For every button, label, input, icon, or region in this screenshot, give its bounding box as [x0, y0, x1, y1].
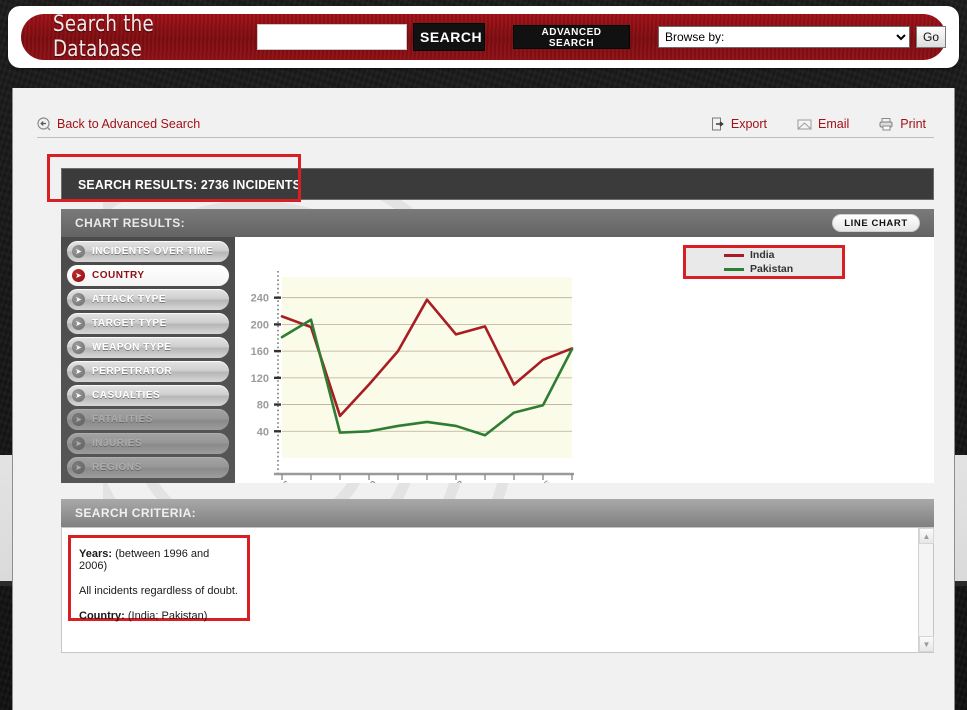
criteria-label: Years: — [79, 548, 113, 560]
search-criteria-title: SEARCH CRITERIA: — [75, 506, 197, 520]
y-axis-tick-label: 160 — [251, 346, 269, 358]
arrow-icon: ➤ — [72, 293, 85, 306]
search-results-text: SEARCH RESULTS: 2736 INCIDENTS — [78, 176, 302, 192]
search-results-banner: SEARCH RESULTS: 2736 INCIDENTS — [61, 168, 934, 200]
legend-label-india: India — [750, 249, 775, 261]
email-button[interactable]: Email — [797, 117, 849, 131]
scroll-up-button[interactable]: ▲ — [919, 528, 934, 544]
advanced-search-button[interactable]: ADVANCED SEARCH — [513, 25, 630, 49]
x-axis-tick-label: 2002 — [442, 479, 467, 483]
scroll-down-button[interactable]: ▼ — [919, 636, 934, 652]
sidebar-item-perpetrator[interactable]: ➤ PERPETRATOR — [67, 361, 229, 382]
sidebar-item-label: REGIONS — [92, 462, 142, 473]
sidebar-item-label: INJURIES — [92, 438, 143, 449]
site-title: Search the Database — [53, 12, 154, 62]
y-axis-tick-label: 200 — [251, 319, 269, 331]
sidebar-item-incidents-over-time[interactable]: ➤ INCIDENTS OVER TIME — [67, 241, 229, 262]
arrow-icon: ➤ — [72, 317, 85, 330]
sidebar-item-regions[interactable]: ➤ REGIONS — [67, 457, 229, 478]
criteria-label: Country: — [79, 610, 125, 622]
x-axis-tick-label: 1996 — [268, 479, 293, 483]
legend-swatch-india — [724, 253, 744, 257]
x-axis-tick-label: 2005 — [529, 479, 554, 483]
search-input[interactable] — [257, 24, 407, 50]
browse-by-select[interactable]: Browse by: — [658, 26, 910, 48]
search-criteria-scrollbar[interactable]: ▲ ▼ — [918, 528, 934, 652]
sidebar-item-label: COUNTRY — [92, 270, 145, 281]
back-link-label: Back to Advanced Search — [57, 116, 201, 131]
criteria-value: All incidents regardless of doubt. — [79, 585, 238, 597]
criteria-value: (India; Pakistan) — [127, 610, 208, 622]
sidebar-item-weapon-type[interactable]: ➤ WEAPON TYPE — [67, 337, 229, 358]
chart-plot-area: 40 80 120 160 200 240 1996 1999 2002 2005 India P… — [235, 237, 934, 501]
chart-legend: India Pakistan — [683, 245, 845, 279]
criteria-line: Country: (India; Pakistan) — [79, 610, 239, 622]
search-criteria-body: Years: (between 1996 and 2006) All incide… — [61, 527, 934, 653]
sidebar-item-country[interactable]: ➤ COUNTRY — [67, 265, 229, 286]
back-to-advanced-search-link[interactable]: Back to Advanced Search — [37, 117, 200, 131]
y-axis-tick-label: 240 — [251, 293, 269, 305]
print-button[interactable]: Print — [879, 117, 926, 131]
legend-label-pakistan: Pakistan — [750, 263, 794, 275]
content-page: Protect Back to Advanced Search Export — [12, 88, 955, 710]
chart-results-header: CHART RESULTS: LINE CHART — [61, 209, 934, 237]
arrow-icon: ➤ — [72, 389, 85, 402]
sidebar-item-attack-type[interactable]: ➤ ATTACK TYPE — [67, 289, 229, 310]
arrow-icon: ➤ — [72, 365, 85, 378]
line-chart-button[interactable]: LINE CHART — [832, 214, 920, 232]
sidebar-item-injuries[interactable]: ➤ INJURIES — [67, 433, 229, 454]
arrow-icon: ➤ — [72, 245, 85, 258]
arrow-icon: ➤ — [72, 437, 85, 450]
sidebar-item-label: TARGET TYPE — [92, 318, 167, 329]
envelope-icon — [797, 119, 812, 129]
chart-results-title: CHART RESULTS: — [75, 216, 186, 230]
criteria-line: All incidents regardless of doubt. — [79, 585, 239, 597]
selected-arrow-icon: ➤ — [72, 269, 85, 282]
arrow-icon: ➤ — [72, 461, 85, 474]
criteria-line: Years: (between 1996 and 2006) — [79, 548, 239, 572]
sidebar-item-label: INCIDENTS OVER TIME — [92, 246, 214, 257]
export-button[interactable]: Export — [711, 117, 767, 131]
sidebar-item-label: PERPETRATOR — [92, 366, 173, 377]
chart-category-sidebar: ➤ INCIDENTS OVER TIME ➤ COUNTRY ➤ ATTACK TYPE… — [61, 237, 235, 483]
print-label: Print — [900, 116, 926, 131]
search-button[interactable]: SEARCH — [413, 23, 485, 51]
go-button[interactable]: Go — [916, 26, 946, 48]
search-bar: Search the Database SEARCH ADVANCED SEAR… — [21, 12, 946, 62]
arrow-icon: ➤ — [72, 341, 85, 354]
search-bar-shell: Search the Database SEARCH ADVANCED SEAR… — [8, 6, 959, 68]
sidebar-item-label: FATALITIES — [92, 414, 153, 425]
export-label: Export — [730, 116, 768, 131]
toolbar-actions: Export Email Print — [711, 117, 934, 131]
toolbar: Back to Advanced Search Export Email Pri… — [37, 110, 934, 138]
y-axis-tick-label: 40 — [257, 426, 269, 438]
email-label: Email — [818, 116, 850, 131]
x-axis-tick-label: 1999 — [355, 479, 380, 483]
legend-item-pakistan: Pakistan — [724, 262, 842, 276]
y-axis-tick-label: 80 — [257, 400, 269, 412]
arrow-icon: ➤ — [72, 413, 85, 426]
legend-swatch-pakistan — [724, 267, 744, 271]
search-criteria-list: Years: (between 1996 and 2006) All incide… — [68, 535, 250, 622]
sidebar-item-target-type[interactable]: ➤ TARGET TYPE — [67, 313, 229, 334]
sidebar-item-label: CASUALTIES — [92, 390, 161, 401]
sidebar-item-casualties[interactable]: ➤ CASUALTIES — [67, 385, 229, 406]
y-axis-tick-label: 120 — [251, 373, 269, 385]
sidebar-item-label: WEAPON TYPE — [92, 342, 172, 353]
sidebar-item-label: ATTACK TYPE — [92, 294, 167, 305]
printer-icon — [879, 117, 893, 130]
export-icon — [711, 117, 724, 130]
search-criteria-header: SEARCH CRITERIA: — [61, 499, 934, 527]
legend-item-india: India — [724, 248, 842, 262]
sidebar-item-fatalities[interactable]: ➤ FATALITIES — [67, 409, 229, 430]
back-arrow-icon — [37, 116, 51, 130]
